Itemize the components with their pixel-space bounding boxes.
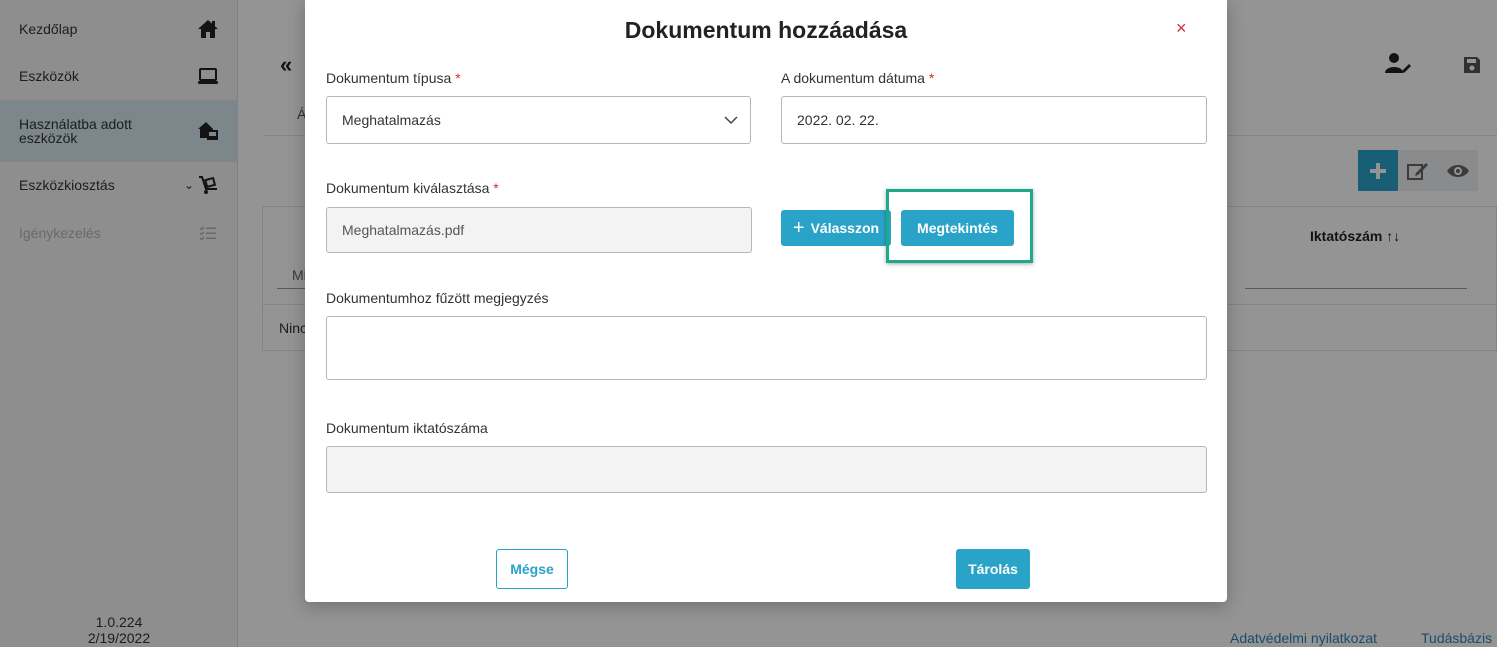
doc-type-select[interactable]: Meghatalmazás (326, 96, 751, 144)
doc-select-label: Dokumentum kiválasztása * (326, 180, 499, 196)
doc-date-label: A dokumentum dátuma * (781, 70, 934, 86)
cancel-button[interactable]: Mégse (496, 549, 568, 589)
doc-type-label-text: Dokumentum típusa (326, 70, 452, 86)
save-label: Tárolás (968, 561, 1018, 577)
required-mark: * (455, 70, 461, 86)
required-mark: * (928, 70, 935, 86)
choose-file-label: Válasszon (810, 220, 880, 236)
view-document-label: Megtekintés (917, 220, 998, 236)
doc-select-label-text: Dokumentum kiválasztása (326, 180, 490, 196)
view-document-button[interactable]: Megtekintés (901, 210, 1014, 246)
required-mark: * (493, 180, 499, 196)
reg-number-label: Dokumentum iktatószáma (326, 420, 488, 436)
doc-date-input[interactable]: 2022. 02. 22. (781, 96, 1207, 144)
doc-type-label: Dokumentum típusa * (326, 70, 461, 86)
add-document-dialog: Dokumentum hozzáadása × Dokumentum típus… (305, 0, 1227, 602)
dialog-title: Dokumentum hozzáadása (624, 17, 908, 43)
note-label: Dokumentumhoz fűzött megjegyzés (326, 290, 549, 306)
doc-file-value: Meghatalmazás.pdf (342, 222, 465, 238)
save-button[interactable]: Tárolás (956, 549, 1030, 589)
doc-file-input: Meghatalmazás.pdf (326, 207, 752, 253)
close-icon[interactable]: × (1176, 18, 1187, 39)
doc-date-label-text: A dokumentum dátuma (781, 70, 925, 86)
cancel-label: Mégse (510, 561, 554, 577)
plus-icon: + (792, 216, 805, 239)
chevron-down-icon (724, 112, 738, 128)
doc-type-value: Meghatalmazás (342, 112, 441, 128)
choose-file-button[interactable]: + Válasszon (781, 210, 891, 246)
note-textarea[interactable] (326, 316, 1207, 380)
reg-number-input (326, 446, 1207, 493)
doc-date-value: 2022. 02. 22. (797, 112, 879, 128)
